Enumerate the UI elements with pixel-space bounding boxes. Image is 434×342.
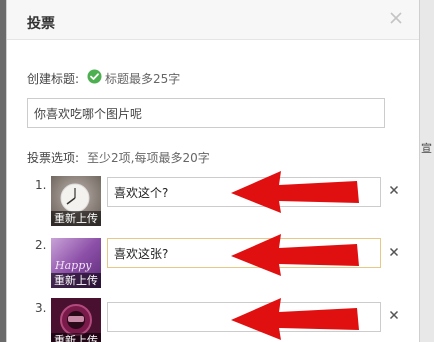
red-arrow-icon	[231, 234, 359, 276]
dialog-title: 投票	[27, 16, 55, 32]
options-label: 投票选项:	[27, 151, 80, 165]
reupload-button[interactable]: 重新上传	[51, 273, 101, 288]
svg-text:Happy: Happy	[54, 259, 92, 272]
title-label: 创建标题:	[27, 72, 80, 86]
title-hint: 标题最多25字	[105, 72, 181, 86]
options-hint: 至少2项,每项最多20字	[87, 151, 210, 165]
remove-x-icon[interactable]	[389, 184, 399, 195]
option-thumbnail[interactable]: 重新上传	[51, 298, 101, 342]
option-number: 1.	[35, 178, 47, 192]
reupload-button[interactable]: 重新上传	[51, 333, 101, 342]
option-thumbnail[interactable]: 重新上传	[51, 176, 101, 226]
red-arrow-icon	[231, 171, 359, 213]
close-icon[interactable]	[387, 9, 405, 27]
red-arrow-icon	[231, 298, 359, 340]
reupload-button[interactable]: 重新上传	[51, 211, 101, 226]
option-thumbnail[interactable]: Happy 重新上传	[51, 238, 101, 288]
option-number: 3.	[35, 301, 47, 315]
title-input[interactable]	[27, 98, 385, 128]
remove-x-icon[interactable]	[389, 246, 399, 257]
option-number: 2.	[35, 238, 47, 252]
background-text-fragment: 宣	[421, 142, 432, 155]
dialog-header: 投票	[7, 0, 419, 40]
check-circle-icon	[87, 69, 102, 84]
remove-x-icon[interactable]	[389, 309, 399, 320]
vote-dialog: 投票 创建标题: 标题最多25字 投票选项: 至少2项,每项最多20字 1.	[6, 0, 420, 342]
